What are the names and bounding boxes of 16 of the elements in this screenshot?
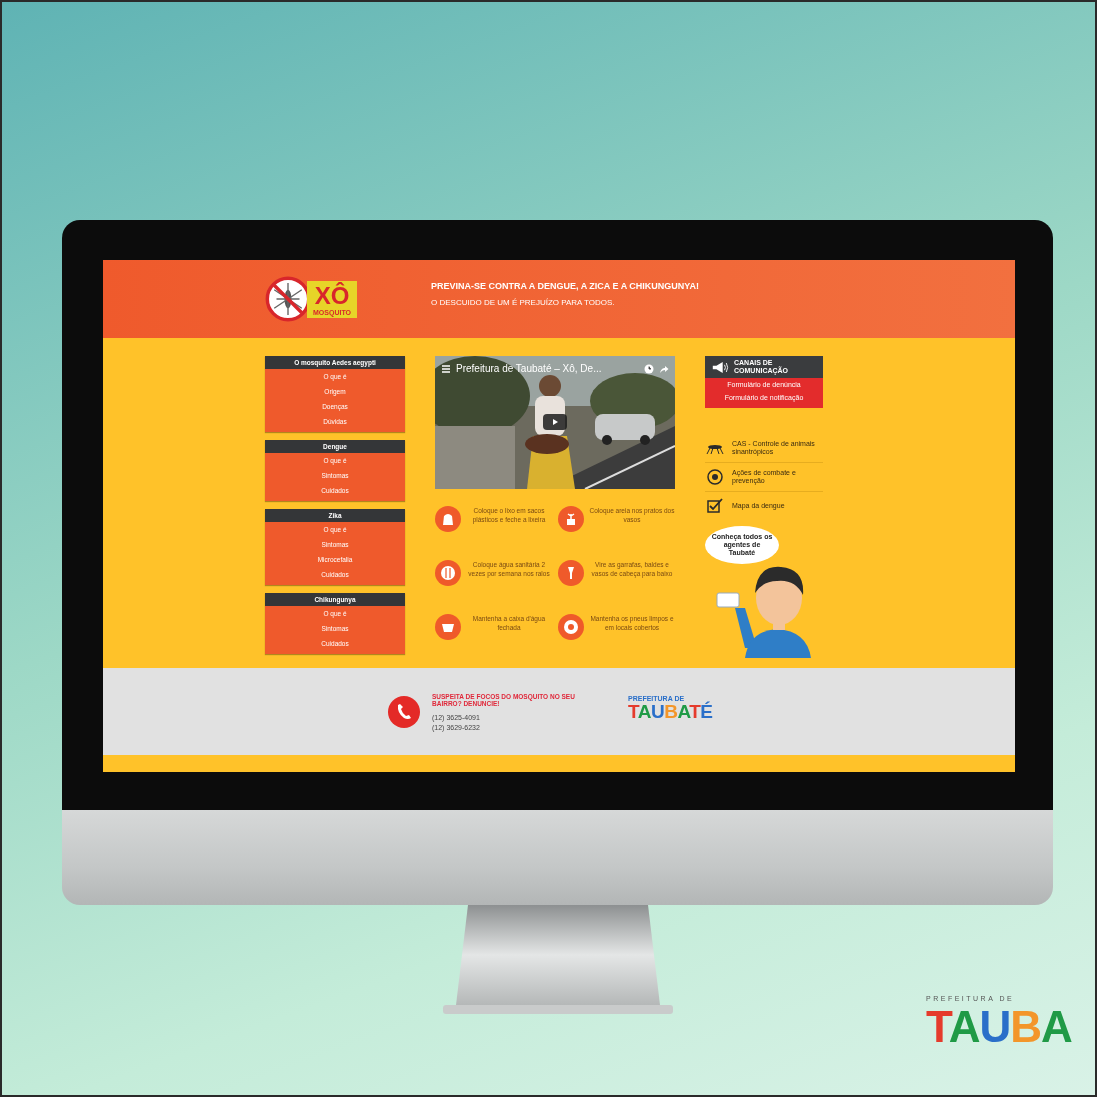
play-button[interactable] bbox=[543, 414, 567, 430]
tire-icon bbox=[558, 614, 584, 640]
video-player[interactable]: Prefeitura de Taubaté – Xô, De... bbox=[435, 356, 675, 489]
menu-icon[interactable] bbox=[441, 363, 451, 374]
megaphone-icon bbox=[711, 360, 729, 374]
drain-icon bbox=[435, 560, 461, 586]
video-title[interactable]: Prefeitura de Taubaté – Xô, De... bbox=[456, 363, 639, 374]
target-icon bbox=[705, 469, 725, 485]
share-icon[interactable] bbox=[659, 363, 669, 374]
tagline: O DESCUIDO DE UM É PREJUÍZO PARA TODOS. bbox=[431, 298, 616, 307]
headline: PREVINA-SE CONTRA A DENGUE, A ZICA E A CHIKUNGUNYA! bbox=[431, 281, 699, 291]
clock-icon[interactable] bbox=[644, 363, 654, 374]
phone-icon bbox=[388, 695, 420, 728]
logo-title: XÔ bbox=[314, 282, 350, 309]
water-tank-icon bbox=[435, 614, 461, 640]
checkbox-icon bbox=[705, 498, 725, 514]
